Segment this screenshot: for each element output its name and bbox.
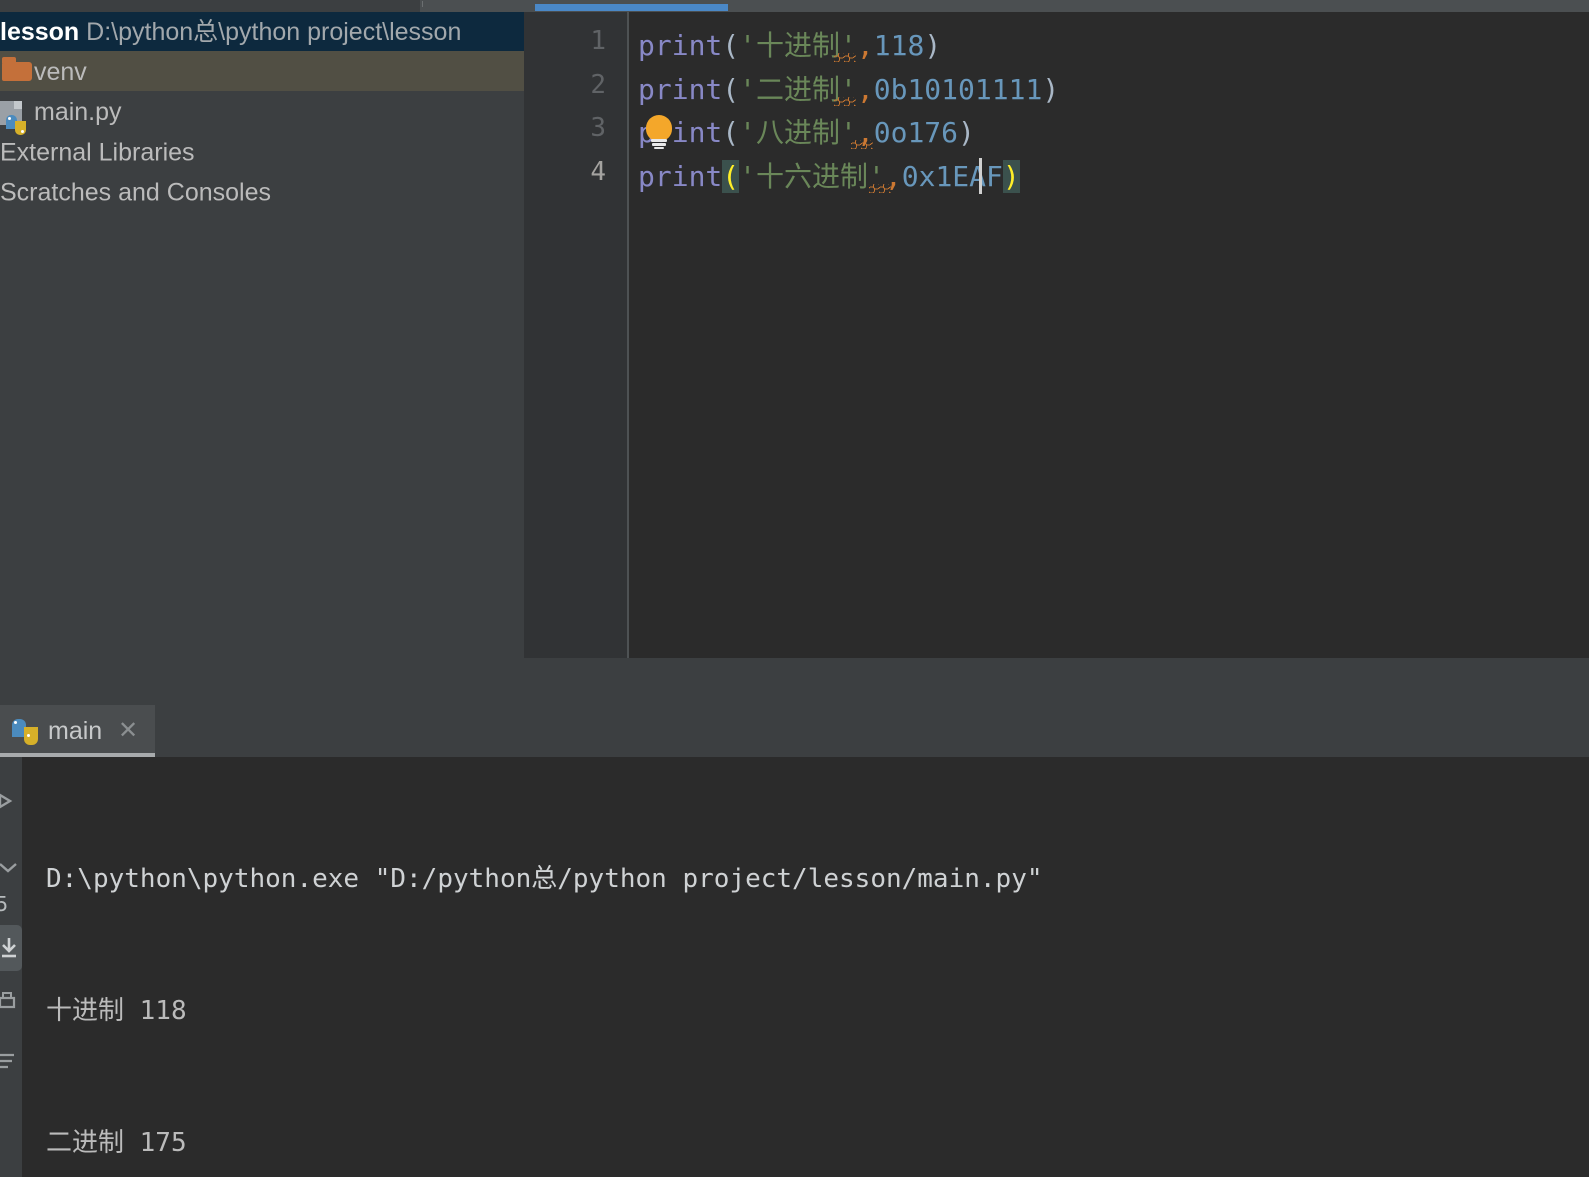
run-tab-main[interactable]: main ✕ [0,705,155,757]
line-number-4: 4 [590,157,606,187]
tree-item-lesson-path: D:\python总\python project\lesson [86,17,462,46]
code-token-function: print [638,29,723,62]
code-token-close-paren: ) [1042,73,1060,106]
code-token-number: 0o176 [873,116,959,149]
number-icon[interactable]: 5 [0,889,22,919]
code-token-open-paren: ( [722,73,740,106]
project-tool-window: lesson D:\python总\python project\lesson … [0,12,524,705]
top-strip-mid [420,0,530,12]
editor-bottom-padding [524,658,1589,705]
code-token-open-paren: ( [722,29,740,62]
python-icon [12,719,38,745]
console-line-2: 二进制 175 [46,1128,187,1158]
ide-window: lesson D:\python总\python project\lesson … [0,0,1589,1177]
code-surface[interactable]: print('十进制',118) print('二进制',0b10101111)… [629,12,1589,658]
lightbulb-icon[interactable] [642,115,676,149]
code-line-4[interactable]: print('十六进制',0x1EAF) [638,155,1020,198]
close-icon[interactable]: ✕ [118,705,138,757]
code-token-close-paren: ) [924,29,942,62]
tree-item-main-py[interactable]: main.py [0,91,524,135]
scroll-to-end-icon[interactable] [0,933,24,963]
tree-item-lesson-name: lesson [0,17,80,46]
folder-icon [2,57,32,81]
python-file-icon [0,101,32,135]
code-token-number: 0b10101111 [873,73,1043,106]
tab-tick [422,1,423,7]
tree-item-external-libraries-label: External Libraries [0,138,195,167]
code-token-open-paren-matched: ( [722,160,740,193]
code-token-string: '八进制' [739,116,857,149]
code-token-comma: , [856,29,874,62]
top-strip-left [0,0,420,12]
code-token-close-paren-matched: ) [1002,160,1020,193]
code-token-comma: , [856,73,874,106]
tree-item-scratches-label: Scratches and Consoles [0,178,271,207]
run-tool-window: main ✕ 5 D:\python\python.exe "D:/python… [0,705,1589,1177]
console-output[interactable]: D:\python\python.exe "D:/python总/python … [22,757,1589,1177]
rerun-icon[interactable] [0,787,22,817]
code-token-close-paren: ) [958,116,975,149]
inspection-squiggle-2 [834,97,856,106]
print-icon[interactable] [0,987,22,1017]
code-line-3[interactable]: print('八进制',0o176) [638,111,975,154]
line-number-2: 2 [590,70,606,100]
code-token-string: '十六进制' [739,160,885,193]
text-caret [979,158,982,194]
code-token-number: 0x1EAF [901,160,1003,193]
top-strip [0,0,1589,12]
line-number-1: 1 [590,26,606,56]
run-toolbar: 5 [0,757,22,1177]
inspection-squiggle-4 [869,184,891,193]
svg-text:5: 5 [0,892,8,916]
tree-item-lesson[interactable]: lesson D:\python总\python project\lesson [0,12,524,51]
run-tab-bar: main ✕ [0,705,1589,757]
code-line-1[interactable]: print('十进制',118) [638,24,941,67]
code-editor[interactable]: 1 2 3 4 print('十进制',118) print('二进制',0b1… [524,12,1589,658]
stop-icon[interactable] [0,853,22,883]
soft-wrap-icon[interactable] [0,1045,22,1075]
code-token-number: 118 [873,29,925,62]
code-token-open-paren: ( [722,116,740,149]
inspection-squiggle-1 [834,53,856,62]
code-token-function: print [638,160,723,193]
run-tab-label: main [48,717,103,745]
tree-item-scratches-and-consoles[interactable]: Scratches and Consoles [0,171,524,211]
line-number-3: 3 [590,113,606,143]
console-line-command: D:\python\python.exe "D:/python总/python … [46,864,1043,894]
tree-item-external-libraries[interactable]: External Libraries [0,131,524,171]
tree-item-venv[interactable]: venv [0,51,524,91]
console-line-1: 十进制 118 [46,996,187,1026]
code-token-function: print [638,73,723,106]
active-editor-tab-underline[interactable] [535,4,728,11]
editor-gutter[interactable]: 1 2 3 4 [524,12,628,658]
inspection-squiggle-3 [851,140,873,149]
